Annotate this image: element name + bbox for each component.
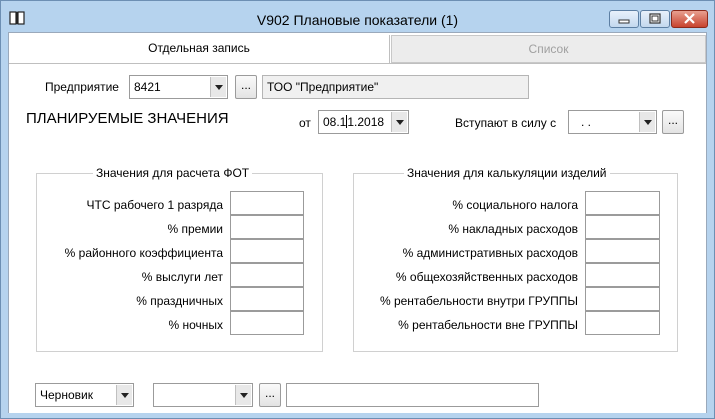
- footer-browse-button[interactable]: ...: [259, 383, 281, 407]
- calc-input-general-business[interactable]: [585, 263, 660, 287]
- tab-list[interactable]: Список: [391, 35, 706, 63]
- fot-input-holiday[interactable]: [230, 287, 304, 311]
- fot-input-night[interactable]: [230, 311, 304, 335]
- footer-text-field[interactable]: [286, 383, 539, 407]
- enterprise-code-value: 8421: [134, 80, 161, 94]
- close-button[interactable]: [671, 10, 708, 28]
- effective-date-chevron-icon[interactable]: [639, 112, 655, 132]
- window-title: V902 Плановые показатели (1): [256, 12, 459, 28]
- calc-label-general-business: % общехозяйственных расходов: [395, 270, 578, 284]
- calc-label-profit-inside-group: % рентабельности внутри ГРУППЫ: [379, 294, 578, 308]
- status-select-value: Черновик: [40, 388, 93, 402]
- fot-label-regional-coefficient: % районного коэффициента: [64, 246, 223, 260]
- status-select[interactable]: Черновик: [35, 383, 134, 407]
- calc-input-overhead[interactable]: [585, 215, 660, 239]
- minimize-button[interactable]: [609, 10, 639, 28]
- tab-single-record[interactable]: Отдельная запись: [9, 35, 390, 63]
- fot-input-bonus[interactable]: [230, 215, 304, 239]
- effective-date-value: . .: [581, 115, 592, 129]
- close-icon: [684, 13, 695, 24]
- enterprise-name-field: ТОО "Предприятие": [262, 75, 529, 99]
- date-from-label: от: [299, 116, 311, 130]
- date-from-value-start: 08.1: [323, 115, 347, 129]
- minimize-icon: [618, 19, 630, 24]
- date-from-value-end: 1.2018: [347, 115, 385, 129]
- footer-secondary-chevron-icon[interactable]: [235, 385, 251, 405]
- fot-input-regional-coefficient[interactable]: [230, 239, 304, 263]
- fot-input-seniority[interactable]: [230, 263, 304, 287]
- effective-date-input[interactable]: . .: [568, 110, 657, 134]
- fot-label-holiday: % праздничных: [136, 294, 223, 308]
- fot-label-bonus: % премии: [167, 222, 223, 236]
- enterprise-label: Предприятие: [45, 80, 119, 94]
- maximize-icon: [649, 13, 661, 24]
- record-panel: Предприятие 8421 ... ТОО "Предприятие" П…: [9, 63, 706, 413]
- date-from-input[interactable]: 08.11.2018: [318, 110, 409, 134]
- effective-date-browse-button[interactable]: ...: [662, 110, 684, 134]
- client-area: Отдельная запись Список Предприятие 8421…: [8, 32, 707, 413]
- fot-input-hourly-rate[interactable]: [230, 191, 304, 215]
- footer-secondary-select[interactable]: [153, 383, 253, 407]
- calc-label-social-tax: % социального налога: [452, 198, 578, 212]
- calc-label-profit-outside-group: % рентабельности вне ГРУППЫ: [398, 318, 578, 332]
- calc-input-administrative[interactable]: [585, 239, 660, 263]
- calc-label-overhead: % накладных расходов: [448, 222, 578, 236]
- effective-date-label: Вступают в силу с: [455, 116, 557, 130]
- calc-input-social-tax[interactable]: [585, 191, 660, 215]
- date-picker-chevron-icon[interactable]: [391, 112, 407, 132]
- fot-label-seniority: % выслуги лет: [141, 270, 223, 284]
- calc-label-administrative: % административных расходов: [402, 246, 578, 260]
- fot-label-hourly-rate: ЧТС рабочего 1 разряда: [86, 198, 223, 212]
- enterprise-code-select[interactable]: 8421: [129, 75, 228, 99]
- enterprise-browse-button[interactable]: ...: [235, 75, 257, 99]
- maximize-button[interactable]: [640, 10, 670, 28]
- calc-input-profit-inside-group[interactable]: [585, 287, 660, 311]
- title-bar[interactable]: V902 Плановые показатели (1): [1, 1, 714, 33]
- calc-group-title: Значения для калькуляции изделий: [404, 166, 610, 180]
- chevron-down-icon[interactable]: [210, 77, 226, 97]
- fot-label-night: % ночных: [168, 318, 223, 332]
- fot-group-title: Значения для расчета ФОТ: [93, 166, 253, 180]
- status-chevron-icon[interactable]: [116, 385, 132, 405]
- planned-values-heading: ПЛАНИРУЕМЫЕ ЗНАЧЕНИЯ: [26, 110, 229, 127]
- app-window: V902 Плановые показатели (1) Отдельная з…: [0, 0, 715, 419]
- calc-input-profit-outside-group[interactable]: [585, 311, 660, 335]
